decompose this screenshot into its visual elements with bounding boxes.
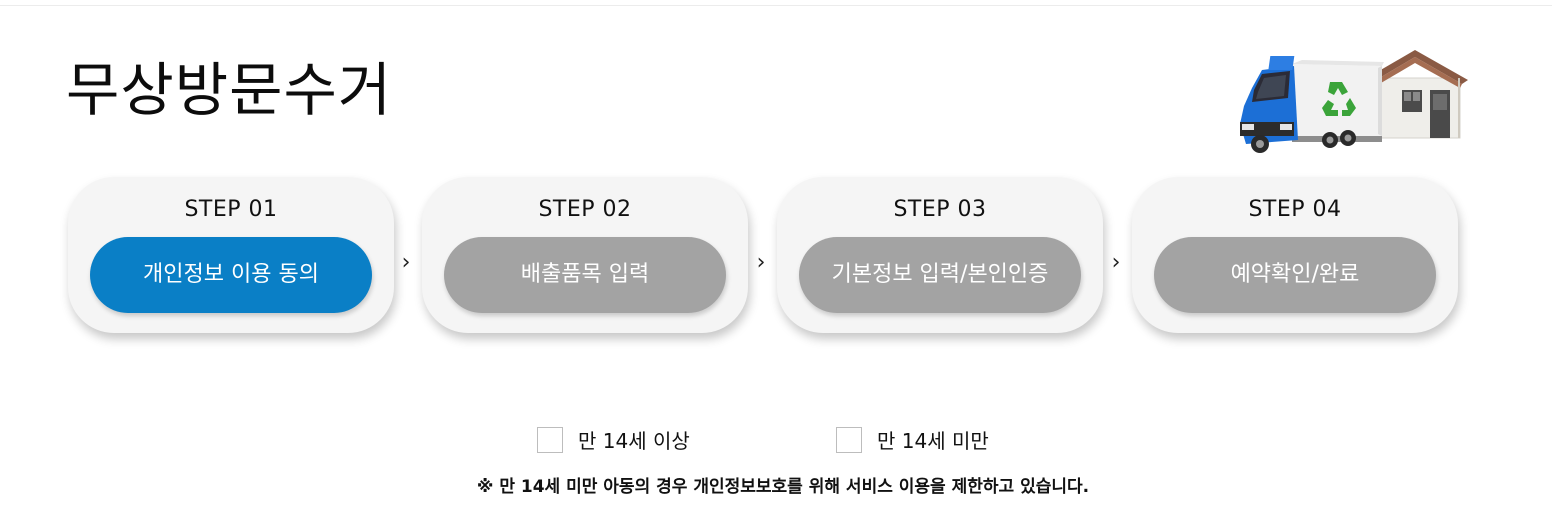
chevron-right-icon: › (756, 250, 766, 275)
age-restriction-notice: ※ 만 14세 미만 아동의 경우 개인정보보호를 위해 서비스 이용을 제한하… (476, 477, 1090, 497)
step-label: STEP 02 (538, 197, 632, 222)
step-card-03: STEP 03 기본정보 입력/본인인증 (777, 177, 1103, 333)
age-option-label: 만 14세 미만 (877, 429, 989, 453)
age-options: 만 14세 이상 만 14세 미만 (0, 426, 1552, 456)
step-label: STEP 03 (893, 197, 987, 222)
step-progress: STEP 01 개인정보 이용 동의 › STEP 02 배출품목 입력 › S… (68, 177, 1468, 337)
step-button-info-verification[interactable]: 기본정보 입력/본인인증 (799, 237, 1081, 313)
step-card-04: STEP 04 예약확인/완료 (1132, 177, 1458, 333)
step-button-item-input[interactable]: 배출품목 입력 (444, 237, 726, 313)
age-option-under-14[interactable]: 만 14세 미만 (836, 426, 1016, 456)
step-label: STEP 04 (1248, 197, 1342, 222)
page-title: 무상방문수거 (66, 56, 393, 124)
age-option-label: 만 14세 이상 (578, 429, 690, 453)
age-option-14-plus[interactable]: 만 14세 이상 (537, 426, 717, 456)
truck-icon (1240, 56, 1384, 153)
step-button-privacy-consent[interactable]: 개인정보 이용 동의 (90, 237, 372, 313)
step-card-01: STEP 01 개인정보 이용 동의 (68, 177, 394, 333)
top-divider (0, 5, 1552, 6)
checkbox-age-under-14[interactable] (836, 427, 862, 453)
step-card-02: STEP 02 배출품목 입력 (422, 177, 748, 333)
checkbox-age-14-plus[interactable] (537, 427, 563, 453)
hero-illustration (1240, 50, 1468, 153)
chevron-right-icon: › (401, 250, 411, 275)
chevron-right-icon: › (1111, 250, 1121, 275)
step-button-reservation-complete[interactable]: 예약확인/완료 (1154, 237, 1436, 313)
step-label: STEP 01 (184, 197, 278, 222)
